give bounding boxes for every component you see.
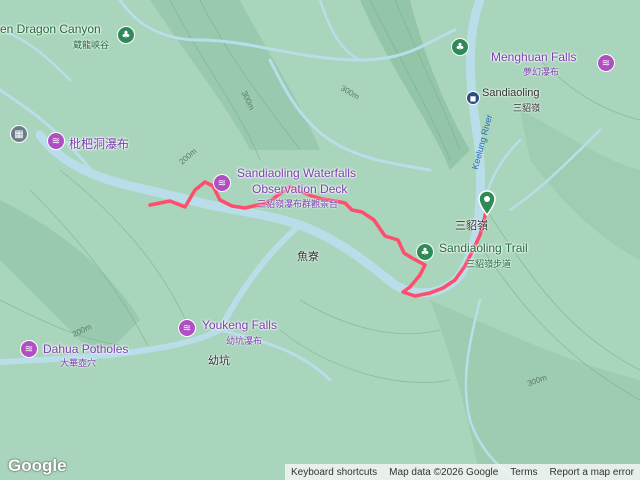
sandiaoling-village-label: 三貂嶺 [455,220,488,232]
waterfall-icon[interactable]: ≋ [213,174,231,192]
youkeng-label: 幼坑 [208,355,230,367]
attribution-bar: Keyboard shortcuts Map data ©2026 Google… [285,464,640,480]
keyboard-shortcuts-link[interactable]: Keyboard shortcuts [285,467,383,478]
tree-icon[interactable]: ♣ [451,38,469,56]
waterfall-icon[interactable]: ≋ [20,340,38,358]
dahua-potholes-zh-label: 大華壺穴 [60,358,97,368]
observation-deck-label-line2[interactable]: Observation Deck [252,182,347,196]
yuliao-label: 魚寮 [297,251,319,263]
youkeng-falls-label[interactable]: Youkeng Falls [202,318,277,332]
menghuan-falls-zh-label: 夢幻瀑布 [523,67,560,77]
waterfall-icon[interactable]: ≋ [597,54,615,72]
golden-dragon-canyon-zh-label: 蔵龍峡谷 [73,40,110,50]
waterfall-icon[interactable]: ≋ [178,319,196,337]
tree-icon[interactable]: ♣ [416,243,434,261]
youkeng-falls-zh-label: 幼坑瀑布 [226,336,263,346]
map-data-text: Map data ©2026 Google [389,466,499,478]
tree-icon[interactable]: ♣ [117,26,135,44]
sandiaoling-trail-label[interactable]: Sandiaoling Trail [439,241,528,255]
observation-deck-label-line1[interactable]: Sandiaoling Waterfalls [237,166,356,180]
waterfall-icon[interactable]: ≋ [47,132,65,150]
terms-link[interactable]: Terms [504,467,543,478]
google-logo[interactable]: Google [8,456,67,476]
sandiaoling-station-zh-label: 三貂嶺 [513,103,541,113]
dahua-potholes-label[interactable]: Dahua Potholes [43,342,128,356]
train-station-icon[interactable]: ◼ [466,91,480,105]
golden-dragon-canyon-label[interactable]: en Dragon Canyon [0,22,101,36]
report-map-error-link[interactable]: Report a map error [544,467,640,478]
pipa-falls-label[interactable]: 枇杷洞瀑布 [69,135,129,152]
trail-start-marker-icon[interactable] [478,190,496,217]
menghuan-falls-label[interactable]: Menghuan Falls [491,50,576,64]
sandiaoling-trail-zh-label: 三貂嶺步道 [466,259,512,269]
sandiaoling-station-label[interactable]: Sandiaoling [482,87,540,99]
museum-icon[interactable]: ▦ [10,125,28,143]
observation-deck-zh-label: 三貂嶺瀑布群觀景台 [257,199,339,209]
map-canvas[interactable]: en Dragon Canyon 蔵龍峡谷 ♣ Menghuan Falls 夢… [0,0,640,480]
